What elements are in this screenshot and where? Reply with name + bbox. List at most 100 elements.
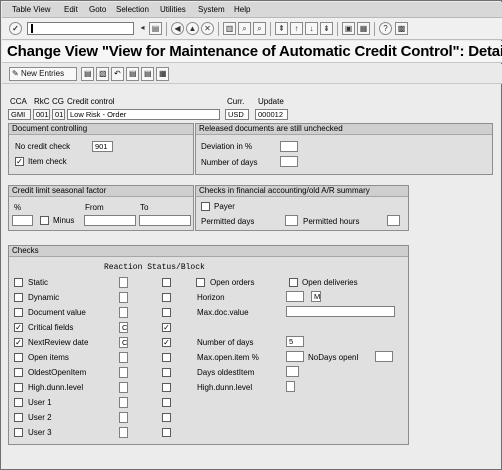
reaction-field[interactable] [119,382,128,393]
previous-entry-icon[interactable]: ▤ [126,67,139,81]
check-row-checkbox[interactable] [14,398,23,407]
payer-label: Payer [214,202,235,211]
check-row-checkbox[interactable] [14,293,23,302]
check-row-checkbox[interactable] [14,383,23,392]
menu-selection[interactable]: Selection [116,5,149,14]
help-icon[interactable]: ? [379,22,392,35]
menu-utilities[interactable]: Utilities [160,5,186,14]
sap-window: Table View Edit Goto Selection Utilities… [0,0,502,470]
check-row-checkbox[interactable] [14,368,23,377]
status-block-checkbox[interactable] [162,308,171,317]
previous-page-icon[interactable]: ↑ [290,22,303,35]
reaction-field[interactable] [119,427,128,438]
check-row-checkbox[interactable]: ✓ [14,323,23,332]
check-row-checkbox[interactable]: ✓ [14,338,23,347]
item-check-checkbox[interactable]: ✓ [15,157,24,166]
status-block-checkbox[interactable] [162,398,171,407]
copy-as-icon[interactable]: ▤ [81,67,94,81]
credit-control-field[interactable]: Low Risk - Order [67,109,220,120]
credit-control-label: Credit control [67,97,115,106]
status-block-checkbox[interactable]: ✓ [162,338,171,347]
menu-table-view[interactable]: Table View [12,5,51,14]
find-next-icon[interactable]: ⌕ [253,22,266,35]
reaction-field[interactable] [119,367,128,378]
status-block-checkbox[interactable] [162,368,171,377]
document-controlling-group: Document controlling No credit check 901… [8,123,194,175]
horizon-field[interactable] [286,291,304,302]
save-icon[interactable]: ▤ [149,22,162,35]
number-of-days-field[interactable]: 5 [286,336,304,347]
text-cursor [31,24,33,33]
delete-icon[interactable]: ▧ [96,67,109,81]
next-page-icon[interactable]: ↓ [305,22,318,35]
command-field[interactable] [27,22,134,35]
back-icon[interactable]: ◀ [171,22,184,35]
status-block-checkbox[interactable] [162,278,171,287]
next-entry-icon[interactable]: ▤ [141,67,154,81]
status-block-checkbox[interactable] [162,428,171,437]
days-oldest-item-field[interactable] [286,366,299,377]
reaction-field[interactable] [119,277,128,288]
undo-change-icon[interactable]: ↶ [111,67,124,81]
update-field[interactable]: 000012 [255,109,288,120]
check-row-checkbox[interactable] [14,413,23,422]
status-block-checkbox[interactable]: ✓ [162,323,171,332]
payer-checkbox[interactable] [201,202,210,211]
status-block-checkbox[interactable] [162,293,171,302]
deviation-field[interactable] [280,141,298,152]
find-icon[interactable]: ⌕ [238,22,251,35]
status-block-checkbox[interactable] [162,413,171,422]
print-icon[interactable]: ▥ [223,22,236,35]
permitted-hours-field[interactable] [387,215,400,226]
shortcut-icon[interactable]: ▦ [357,22,370,35]
new-entries-button[interactable]: ✎ New Entries [9,67,77,81]
to-date-field[interactable] [139,215,191,226]
open-deliveries-checkbox[interactable] [289,278,298,287]
high-dunn-level-field[interactable] [286,381,295,392]
menu-help[interactable]: Help [234,5,250,14]
other-entry-icon[interactable]: ▦ [156,67,169,81]
no-credit-check-field[interactable]: 901 [92,141,113,152]
horizon-unit-field[interactable]: M [311,291,321,302]
new-session-icon[interactable]: ▣ [342,22,355,35]
check-row-checkbox[interactable] [14,353,23,362]
max-doc-value-field[interactable] [286,306,395,317]
reaction-field[interactable]: C [119,337,128,348]
status-block-checkbox[interactable] [162,383,171,392]
menu-system[interactable]: System [198,5,225,14]
from-date-field[interactable] [84,215,136,226]
max-open-item-field[interactable] [286,351,304,362]
minus-checkbox[interactable] [40,216,49,225]
command-dropdown-icon[interactable]: ◂ [136,22,149,35]
last-page-icon[interactable]: ⇟ [320,22,333,35]
permitted-days-field[interactable] [285,215,298,226]
reaction-field[interactable] [119,307,128,318]
layout-menu-icon[interactable]: ▩ [395,22,408,35]
reaction-field[interactable] [119,292,128,303]
cancel-icon[interactable]: ✕ [201,22,214,35]
reaction-field[interactable] [119,352,128,363]
first-page-icon[interactable]: ⇞ [275,22,288,35]
reaction-field[interactable] [119,397,128,408]
open-orders-label: Open orders [210,278,255,287]
open-orders-checkbox[interactable] [196,278,205,287]
menu-goto[interactable]: Goto [89,5,106,14]
nodays-openi-field[interactable] [375,351,393,362]
reaction-field[interactable]: C [119,322,128,333]
menu-edit[interactable]: Edit [64,5,78,14]
reaction-field[interactable] [119,412,128,423]
check-row-checkbox[interactable] [14,308,23,317]
exit-icon[interactable]: ▲ [186,22,199,35]
enter-icon[interactable]: ✓ [9,22,22,35]
status-block-checkbox[interactable] [162,353,171,362]
check-row-checkbox[interactable] [14,428,23,437]
currency-field[interactable]: USD [225,109,249,120]
seasonal-percent-field[interactable] [12,215,33,226]
check-row-label: User 1 [28,398,52,407]
released-documents-group: Released documents are still unchecked D… [195,123,493,175]
toolbar-separator [166,22,167,36]
edit-icon: ✎ [12,69,19,78]
check-row-checkbox[interactable] [14,278,23,287]
deviation-label: Deviation in % [201,142,253,151]
released-days-field[interactable] [280,156,298,167]
